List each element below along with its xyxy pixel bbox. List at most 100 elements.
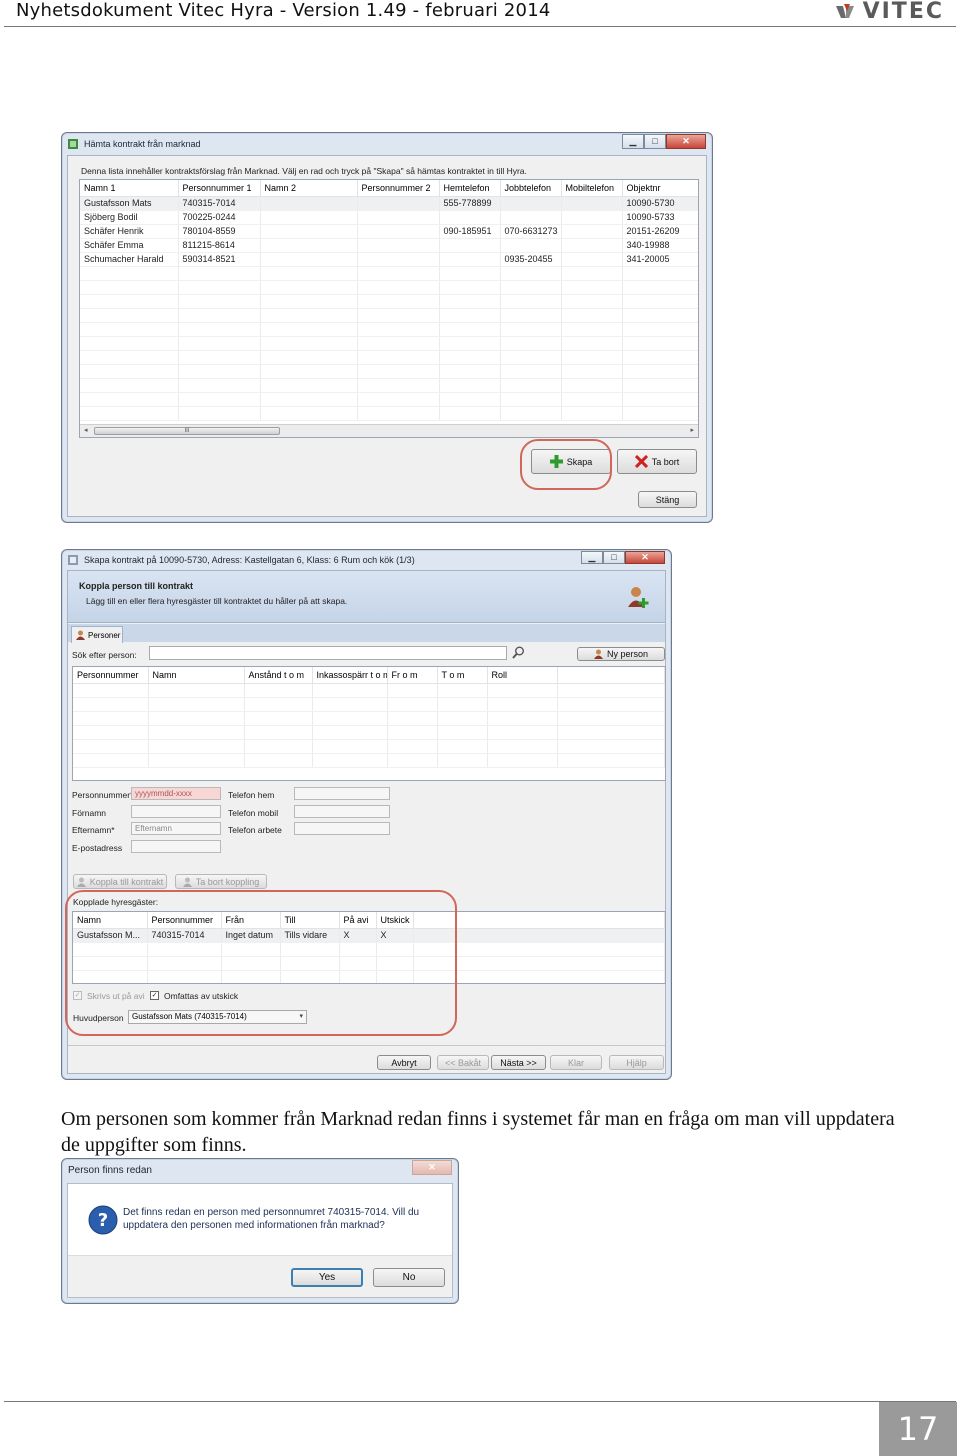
fornamn-field[interactable] bbox=[131, 805, 221, 818]
linked-tenants-grid[interactable]: Namn Personnummer Från Till På avi Utskick Gu… bbox=[72, 911, 666, 984]
table-cell bbox=[260, 364, 358, 379]
table-cell: 555-778899 bbox=[439, 196, 501, 211]
close-window-button[interactable]: ✕ bbox=[625, 551, 665, 564]
column-header[interactable]: Personnummer bbox=[73, 667, 149, 684]
included-in-mailing-checkbox[interactable]: ✓ bbox=[150, 991, 159, 1000]
finish-button[interactable]: Klar bbox=[550, 1055, 602, 1070]
linked-tenants-label: Kopplade hyresgäster: bbox=[73, 897, 159, 907]
close-button[interactable]: Stäng bbox=[638, 491, 697, 508]
scroll-thumb[interactable]: III bbox=[94, 427, 280, 435]
tel-arbete-field[interactable] bbox=[294, 822, 390, 835]
column-header[interactable]: Inkassospärr t o m bbox=[312, 667, 388, 684]
help-button[interactable]: Hjälp bbox=[609, 1055, 664, 1070]
scroll-right-icon[interactable]: ▸ bbox=[690, 426, 694, 434]
table-cell bbox=[73, 739, 149, 754]
persons-grid[interactable]: Personnummer Namn Anstånd t o m Inkassospär… bbox=[72, 666, 666, 781]
section-title: Koppla person till kontrakt bbox=[79, 581, 194, 591]
column-header[interactable]: Personnummer bbox=[147, 912, 222, 929]
table-row[interactable]: Schäfer Henrik 780104-8559 090-185951 070-6… bbox=[80, 224, 698, 239]
table-cell bbox=[260, 322, 358, 337]
main-person-label: Huvudperson bbox=[73, 1013, 124, 1023]
table-cell bbox=[439, 392, 501, 407]
column-header[interactable]: Mobiltelefon bbox=[561, 180, 623, 197]
scroll-left-icon[interactable]: ◂ bbox=[84, 426, 88, 434]
column-header[interactable]: T o m bbox=[437, 667, 488, 684]
next-label: Nästa >> bbox=[500, 1057, 537, 1068]
tel-mobil-field[interactable] bbox=[294, 805, 390, 818]
table-row[interactable]: Schäfer Emma 811215-8614 340-19988 bbox=[80, 238, 698, 253]
table-cell bbox=[357, 308, 440, 323]
cancel-button[interactable]: Avbryt bbox=[377, 1055, 431, 1070]
table-cell: 340-19988 bbox=[622, 238, 698, 253]
column-header[interactable]: På avi bbox=[339, 912, 377, 929]
efternamn-field[interactable]: Efternamn bbox=[131, 822, 221, 835]
minimize-button[interactable]: ▁ bbox=[622, 134, 644, 149]
column-header[interactable]: Objektnr bbox=[622, 180, 698, 197]
table-row[interactable]: Gustafsson Mats 740315-7014 555-778899 1009… bbox=[80, 196, 698, 211]
table-row[interactable]: Gustafsson M... 740315-7014 Inget datum Til… bbox=[73, 928, 665, 943]
search-input[interactable] bbox=[149, 646, 507, 660]
close-window-button[interactable]: ✕ bbox=[666, 134, 706, 149]
horizontal-scrollbar[interactable]: ◂ III ▸ bbox=[80, 424, 698, 437]
unlink-button[interactable]: Ta bort koppling bbox=[175, 874, 267, 889]
finish-label: Klar bbox=[567, 1057, 584, 1068]
contract-proposals-grid[interactable]: Namn 1 Personnummer 1 Namn 2 Personnummer 2… bbox=[79, 179, 699, 438]
close-window-button[interactable]: ✕ bbox=[412, 1160, 452, 1175]
unlink-label: Ta bort koppling bbox=[195, 876, 260, 887]
column-header[interactable]: Namn bbox=[148, 667, 245, 684]
vitec-logo: VITEC bbox=[835, 1, 944, 23]
new-person-label: Ny person bbox=[606, 649, 649, 659]
table-cell bbox=[244, 683, 313, 698]
no-button[interactable]: No bbox=[373, 1268, 445, 1287]
create-button-label: Skapa bbox=[566, 456, 593, 467]
table-cell bbox=[439, 294, 501, 309]
column-header[interactable]: Jobbtelefon bbox=[500, 180, 562, 197]
column-header[interactable]: Anstånd t o m bbox=[244, 667, 313, 684]
tel-hem-label: Telefon hem bbox=[228, 790, 275, 800]
yes-button[interactable]: Yes bbox=[291, 1268, 363, 1287]
table-cell bbox=[622, 280, 698, 295]
person-icon bbox=[76, 630, 85, 640]
delete-button[interactable]: Ta bort bbox=[617, 449, 697, 474]
table-cell: 740315-7014 bbox=[147, 928, 222, 943]
column-header[interactable]: Namn bbox=[73, 912, 148, 929]
tab-persons[interactable]: Personer bbox=[71, 626, 123, 643]
column-header[interactable]: Till bbox=[280, 912, 340, 929]
table-cell bbox=[357, 392, 440, 407]
new-person-button[interactable]: Ny person bbox=[577, 647, 665, 661]
column-header[interactable]: Personnummer 2 bbox=[357, 180, 440, 197]
column-header[interactable]: Från bbox=[221, 912, 281, 929]
tel-hem-field[interactable] bbox=[294, 787, 390, 800]
table-row[interactable]: Schumacher Harald 590314-8521 0935-20455 34… bbox=[80, 252, 698, 267]
maximize-button[interactable]: □ bbox=[644, 134, 666, 149]
column-header[interactable]: Personnummer 1 bbox=[178, 180, 261, 197]
column-header[interactable]: Namn 2 bbox=[260, 180, 358, 197]
column-header[interactable]: Roll bbox=[487, 667, 558, 684]
minimize-button[interactable]: ▁ bbox=[581, 551, 603, 564]
table-cell bbox=[260, 238, 358, 253]
column-header[interactable]: Fr o m bbox=[387, 667, 438, 684]
table-cell bbox=[260, 224, 358, 239]
table-cell: X bbox=[339, 928, 377, 943]
column-header[interactable]: Utskick bbox=[376, 912, 414, 929]
table-cell bbox=[73, 725, 149, 740]
search-icon[interactable] bbox=[512, 646, 525, 659]
back-button[interactable]: << Bakåt bbox=[437, 1055, 489, 1070]
table-cell: 0935-20455 bbox=[500, 252, 562, 267]
next-button[interactable]: Nästa >> bbox=[491, 1055, 546, 1070]
column-header[interactable]: Hemtelefon bbox=[439, 180, 501, 197]
link-to-contract-button[interactable]: Koppla till kontrakt bbox=[73, 874, 167, 889]
table-row[interactable]: Sjöberg Bodil 700225-0244 10090-5733 bbox=[80, 210, 698, 225]
table-cell bbox=[561, 266, 623, 281]
table-cell bbox=[557, 697, 665, 712]
epost-field[interactable] bbox=[131, 840, 221, 853]
create-button[interactable]: Skapa bbox=[531, 449, 611, 474]
main-person-select[interactable]: Gustafsson Mats (740315-7014) ▾ bbox=[128, 1010, 307, 1024]
print-on-notice-label: Skrivs ut på avi bbox=[87, 991, 145, 1001]
print-on-notice-checkbox[interactable]: ✓ bbox=[73, 991, 82, 1000]
table-cell bbox=[487, 739, 558, 754]
personnummer-field[interactable]: yyyymmdd-xxxx bbox=[131, 787, 221, 800]
column-header[interactable]: Namn 1 bbox=[80, 180, 179, 197]
maximize-button[interactable]: □ bbox=[603, 551, 625, 564]
window-title: Skapa kontrakt på 10090-5730, Adress: Ka… bbox=[84, 555, 415, 565]
